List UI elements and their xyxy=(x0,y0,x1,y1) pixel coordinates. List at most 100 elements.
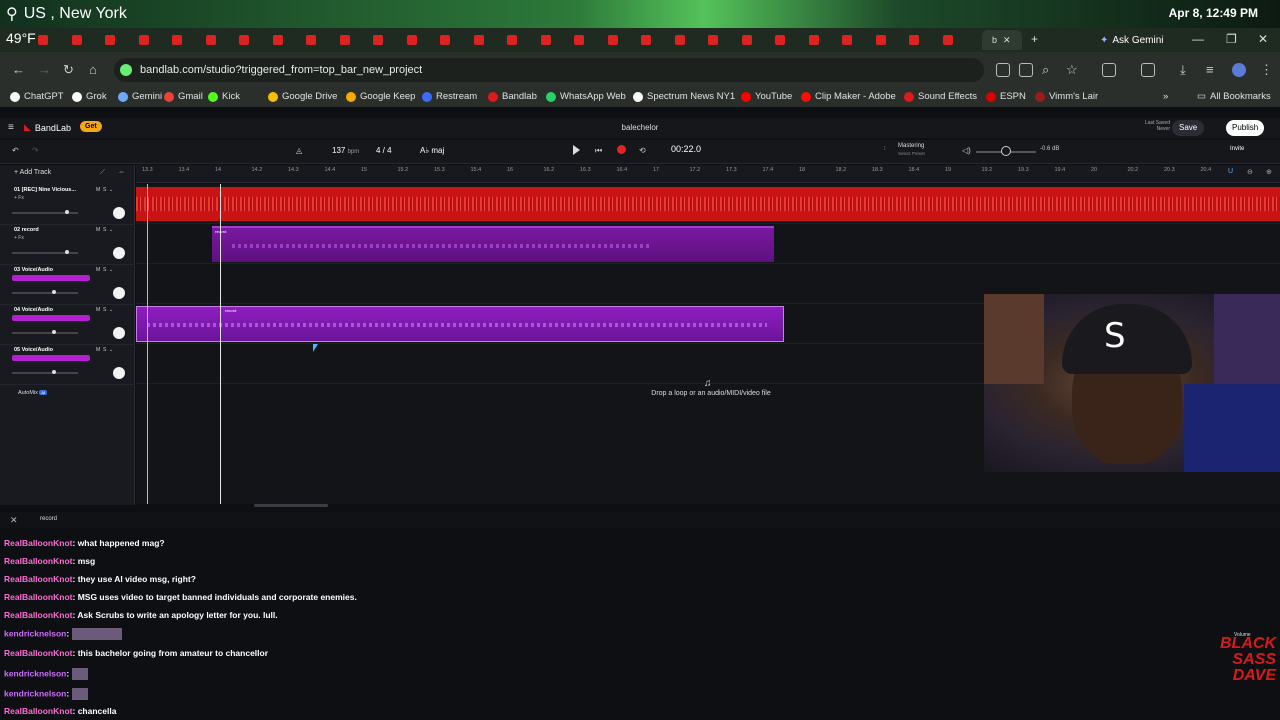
bookmark-item[interactable]: Sound Effects xyxy=(904,91,977,102)
site-info-icon[interactable] xyxy=(120,64,132,76)
browser-tab[interactable] xyxy=(674,32,705,48)
chat-username[interactable]: RealBalloonKnot xyxy=(4,574,72,584)
get-membership-button[interactable]: Get xyxy=(80,121,102,132)
wand-icon[interactable]: ⟋ xyxy=(100,169,105,177)
browser-tab[interactable] xyxy=(708,32,738,48)
new-tab-icon[interactable]: + xyxy=(1031,32,1038,46)
browser-tab[interactable] xyxy=(808,32,839,48)
url-field[interactable]: bandlab.com/studio?triggered_from=top_ba… xyxy=(114,58,984,82)
chat-username[interactable]: kendricknelson xyxy=(4,668,66,678)
track-fx-button[interactable]: + Fx xyxy=(14,235,24,241)
tempo-field[interactable]: 137 bpm xyxy=(332,146,359,155)
chat-username[interactable]: RealBalloonKnot xyxy=(4,556,72,566)
close-window-icon[interactable]: ✕ xyxy=(1258,32,1268,46)
reload-icon[interactable]: ↻ xyxy=(63,62,74,78)
record-button[interactable] xyxy=(617,145,626,154)
audio-clip[interactable]: record xyxy=(212,226,774,262)
browser-tab[interactable] xyxy=(842,32,872,48)
restore-icon[interactable]: ❐ xyxy=(1226,32,1237,46)
browser-tab[interactable] xyxy=(306,32,336,48)
add-track-button[interactable]: + Add Track xyxy=(14,169,51,176)
sidepanel-icon[interactable] xyxy=(1141,63,1155,77)
track-volume-fader[interactable] xyxy=(12,250,78,254)
project-title[interactable]: balechelor xyxy=(600,123,680,132)
chat-username[interactable]: RealBalloonKnot xyxy=(4,648,72,658)
download-icon[interactable]: ⤓ xyxy=(1180,62,1186,78)
track-instrument-bar[interactable] xyxy=(12,275,90,281)
track-instrument-bar[interactable] xyxy=(12,355,90,361)
bookmark-item[interactable]: Grok xyxy=(72,91,107,102)
collapse-icon[interactable]: ⇔ xyxy=(118,169,125,176)
automix-toggle[interactable]: AutoMix AI xyxy=(18,390,48,396)
track-header[interactable]: 05 Voice/Audio M S ⌄ xyxy=(0,345,135,385)
drop-zone-hint[interactable]: Drop a loop or an audio/MIDI/video file xyxy=(616,390,806,397)
browser-tab[interactable] xyxy=(540,32,571,48)
track-header[interactable]: 04 Voice/Audio M S ⌄ xyxy=(0,305,135,345)
key-field[interactable]: A♭ maj xyxy=(420,146,444,155)
reader-icon[interactable] xyxy=(996,63,1010,77)
browser-tab[interactable] xyxy=(272,32,303,48)
fader-handle[interactable] xyxy=(51,330,56,334)
bookmark-item[interactable]: Restream xyxy=(422,91,477,102)
fader-handle[interactable] xyxy=(51,290,56,294)
browser-tab[interactable] xyxy=(875,32,906,48)
browser-tab[interactable] xyxy=(607,32,638,48)
browser-tab[interactable] xyxy=(574,32,604,48)
bookmark-item[interactable]: Kick xyxy=(208,91,240,102)
browser-tab[interactable] xyxy=(909,32,939,48)
fader-handle[interactable] xyxy=(51,370,56,374)
track-volume-fader[interactable] xyxy=(12,370,78,374)
track-header[interactable]: 03 Voice/Audio M S ⌄ xyxy=(0,265,135,305)
mute-solo-controls[interactable]: M S ⌄ xyxy=(96,187,113,193)
browser-tab[interactable] xyxy=(507,32,537,48)
zoom-in-icon[interactable]: ⊕ xyxy=(1266,168,1272,176)
bookmark-star-icon[interactable]: ☆ xyxy=(1066,62,1078,78)
all-bookmarks-link[interactable]: ▭ All Bookmarks xyxy=(1197,91,1271,102)
browser-tab[interactable] xyxy=(775,32,805,48)
fader-handle[interactable] xyxy=(64,250,69,254)
bookmark-item[interactable]: Bandlab xyxy=(488,91,537,102)
bookmark-item[interactable]: Spectrum News NY1 xyxy=(633,91,735,102)
extensions-icon[interactable] xyxy=(1102,63,1116,77)
browser-tab[interactable] xyxy=(105,32,135,48)
bookmark-item[interactable]: Vimm's Lair xyxy=(1035,91,1098,102)
close-tab-icon[interactable]: ✕ xyxy=(1003,35,1011,46)
bookmark-item[interactable]: WhatsApp Web xyxy=(546,91,626,102)
loop-marker[interactable] xyxy=(147,184,148,504)
chat-username[interactable]: kendricknelson xyxy=(4,688,66,698)
chat-username[interactable]: RealBalloonKnot xyxy=(4,538,72,548)
menu-kebab-icon[interactable]: ⋮ xyxy=(1260,62,1273,78)
track-instrument-bar[interactable] xyxy=(12,315,90,321)
minimize-icon[interactable]: — xyxy=(1192,32,1204,46)
browser-tab[interactable] xyxy=(641,32,671,48)
undo-icon[interactable]: ↶ xyxy=(12,146,19,155)
track-pan-knob[interactable] xyxy=(113,207,125,219)
track-name[interactable]: 05 Voice/Audio xyxy=(14,347,53,353)
zoom-icon[interactable]: ⌕ xyxy=(1042,62,1049,78)
mute-solo-controls[interactable]: M S ⌄ xyxy=(96,267,113,273)
mastering-icon[interactable]: ⫶ xyxy=(884,146,886,153)
bookmark-item[interactable]: ChatGPT xyxy=(10,91,64,102)
mute-solo-controls[interactable]: M S ⌄ xyxy=(96,347,113,353)
track-pan-knob[interactable] xyxy=(113,367,125,379)
browser-tab[interactable] xyxy=(138,32,169,48)
track-name[interactable]: 03 Voice/Audio xyxy=(14,267,53,273)
track-lane-2[interactable]: record xyxy=(136,224,1280,264)
bookmark-item[interactable]: Google Drive xyxy=(268,91,337,102)
track-header[interactable]: 02 record + Fx M S ⌄ xyxy=(0,225,135,265)
track-volume-fader[interactable] xyxy=(12,330,78,334)
browser-tab[interactable] xyxy=(741,32,772,48)
browser-tab[interactable] xyxy=(473,32,504,48)
skip-to-start-icon[interactable]: ⏮ xyxy=(595,146,602,156)
loop-icon[interactable]: ⟲ xyxy=(639,146,646,155)
profile-avatar[interactable] xyxy=(1232,63,1246,77)
audio-clip[interactable]: record xyxy=(136,306,784,342)
share-icon[interactable] xyxy=(1019,63,1033,77)
fader-handle[interactable] xyxy=(64,210,69,214)
speaker-icon[interactable]: ◁) xyxy=(962,146,971,155)
mute-solo-controls[interactable]: M S ⌄ xyxy=(96,227,113,233)
chat-username[interactable]: RealBalloonKnot xyxy=(4,592,72,602)
bookmark-item[interactable]: Google Keep xyxy=(346,91,415,102)
bookmark-item[interactable]: ESPN xyxy=(986,91,1026,102)
invite-button[interactable]: Invite xyxy=(1230,146,1244,152)
